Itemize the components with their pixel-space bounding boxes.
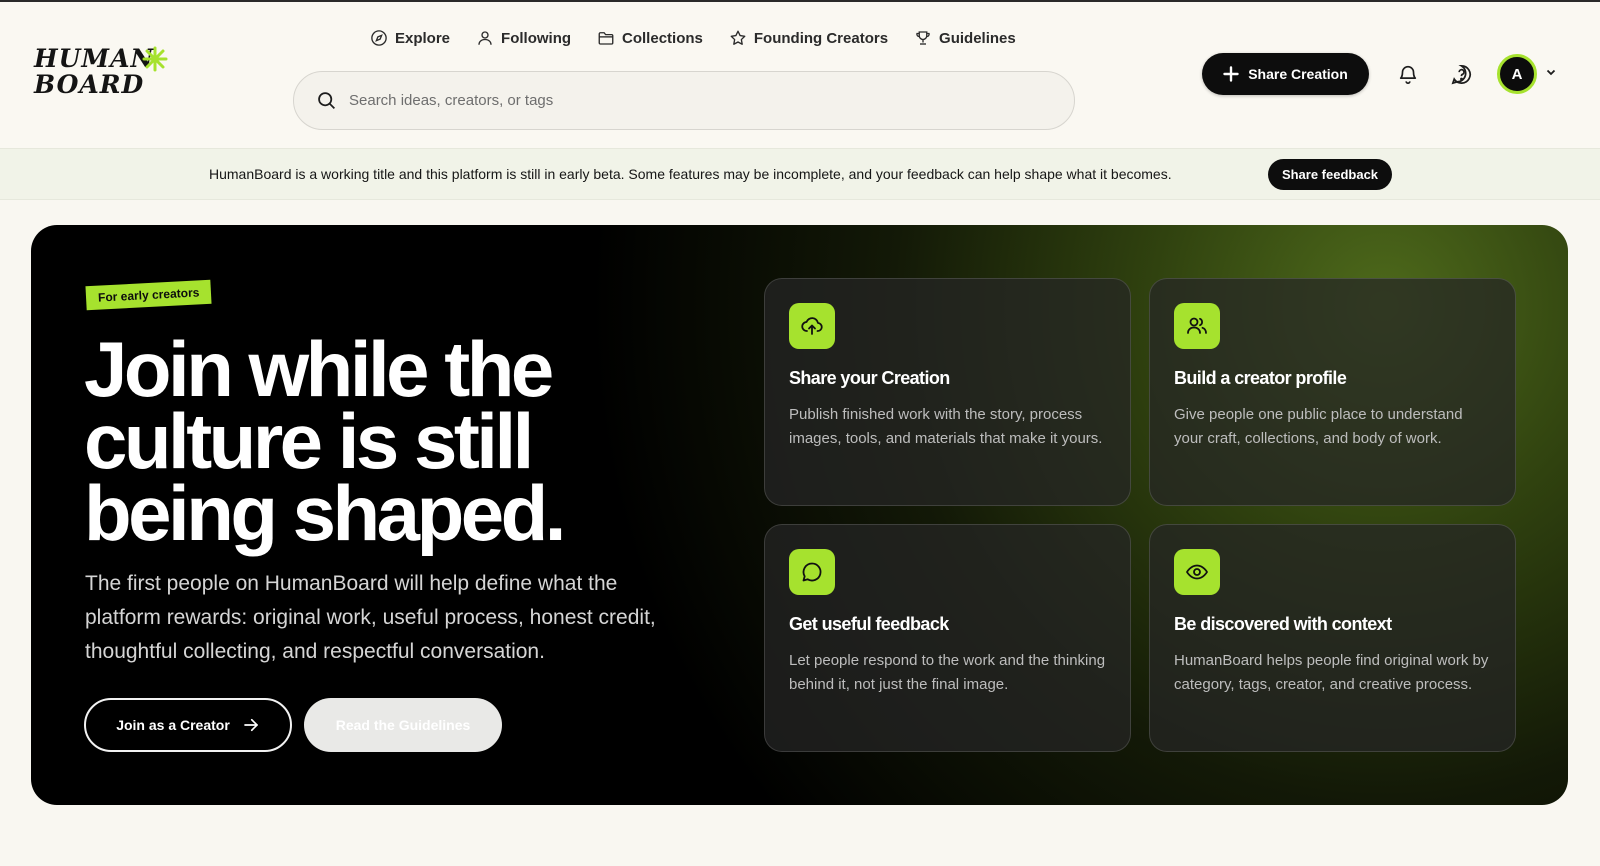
- upload-cloud-icon: [801, 317, 823, 335]
- logo-word-bottom: BOARD: [34, 70, 145, 99]
- card-title: Build a creator profile: [1174, 368, 1347, 388]
- nav-item-label: Following: [501, 29, 572, 47]
- hero-headline: Join while the culture is still being sh…: [84, 330, 724, 552]
- beta-banner: HumanBoard is a working title and this p…: [0, 148, 1600, 200]
- nav-item-label: Founding Creators: [753, 29, 889, 47]
- star-icon: [730, 30, 746, 45]
- main-nav: Explore Following Collections Founding C…: [370, 27, 1016, 49]
- nav-item-following[interactable]: Following: [476, 27, 571, 49]
- card-description: Publish finished work with the story, pr…: [789, 406, 1103, 447]
- feature-card-discovery: Be discovered with context HumanBoard he…: [1149, 524, 1516, 752]
- arrow-right-icon: [243, 718, 258, 732]
- eye-icon: [1185, 564, 1209, 580]
- join-as-creator-button[interactable]: Join as a Creator: [84, 698, 292, 752]
- logo-word-top: HUMAN: [34, 44, 155, 73]
- card-icon-badge: [789, 549, 835, 595]
- hero-subtext: The first people on HumanBoard will help…: [85, 572, 656, 663]
- search-input[interactable]: [349, 92, 989, 109]
- nav-item-collections[interactable]: Collections: [597, 27, 703, 49]
- search-icon: [318, 92, 335, 109]
- feature-card-profile: Build a creator profile Give people one …: [1149, 278, 1516, 506]
- feature-card-share: Share your Creation Publish finished wor…: [764, 278, 1131, 506]
- plus-icon: [1223, 66, 1239, 82]
- bell-icon: [1399, 65, 1417, 84]
- nav-item-label: Guidelines: [939, 29, 1016, 47]
- message-icon: [802, 562, 822, 582]
- help-button[interactable]: [1447, 60, 1475, 88]
- nav-item-explore[interactable]: Explore: [370, 27, 450, 49]
- share-creation-label: Share Creation: [1248, 66, 1348, 82]
- user-icon: [478, 31, 492, 45]
- feature-card-feedback: Get useful feedback Let people respond t…: [764, 524, 1131, 752]
- card-description: HumanBoard helps people find original wo…: [1174, 652, 1489, 693]
- share-feedback-button[interactable]: Share feedback: [1268, 159, 1392, 190]
- folder-icon: [598, 32, 614, 45]
- site-header: HUMAN BOARD Explore Following Collection…: [0, 2, 1600, 148]
- join-button-label: Join as a Creator: [116, 717, 230, 733]
- card-title: Get useful feedback: [789, 614, 949, 634]
- users-icon: [1187, 317, 1207, 334]
- nav-item-founding-creators[interactable]: Founding Creators: [729, 27, 888, 49]
- feature-cards: Share your Creation Publish finished wor…: [764, 278, 1518, 752]
- avatar[interactable]: A: [1497, 54, 1537, 94]
- help-icon: [1451, 64, 1471, 84]
- nav-item-guidelines[interactable]: Guidelines: [914, 27, 1016, 49]
- beta-banner-text: HumanBoard is a working title and this p…: [209, 166, 1172, 182]
- early-creators-tag: For early creators: [85, 279, 212, 311]
- card-title: Be discovered with context: [1174, 614, 1392, 634]
- hero-section: For early creators Join while the cultur…: [31, 225, 1568, 805]
- card-icon-badge: [789, 303, 835, 349]
- share-creation-button[interactable]: Share Creation: [1202, 53, 1369, 95]
- card-description: Give people one public place to understa…: [1174, 406, 1463, 447]
- logo-spark-icon: [142, 46, 168, 72]
- headline-line: being shaped.: [84, 469, 566, 557]
- read-guidelines-button[interactable]: Read the Guidelines: [304, 698, 502, 752]
- card-icon-badge: [1174, 303, 1220, 349]
- compass-icon: [371, 30, 387, 46]
- chevron-down-icon[interactable]: [1545, 66, 1557, 78]
- nav-item-label: Collections: [622, 29, 703, 47]
- search-bar: [293, 71, 1075, 130]
- nav-item-label: Explore: [395, 29, 451, 47]
- card-icon-badge: [1174, 549, 1220, 595]
- card-title: Share your Creation: [789, 368, 950, 388]
- card-description: Let people respond to the work and the t…: [789, 652, 1106, 693]
- humanboard-logo[interactable]: HUMAN BOARD: [34, 46, 174, 102]
- trophy-icon: [916, 31, 930, 45]
- notifications-button[interactable]: [1394, 60, 1422, 88]
